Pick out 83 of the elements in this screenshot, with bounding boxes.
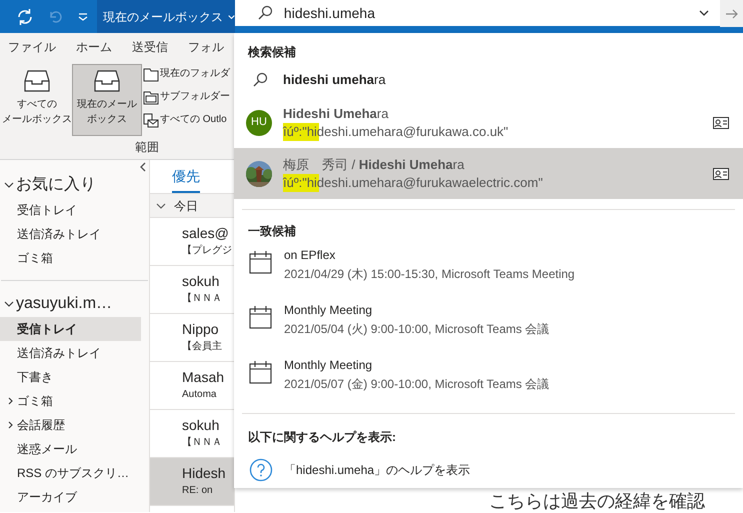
event-details: 2021/05/04 (火) 9:00-10:00, Microsoft Teams 会議 [284,321,550,338]
ribbon-tab[interactable]: 送受信 [132,40,168,52]
folder-item[interactable]: 送信済みトレイ [0,341,141,365]
avatar: HU [246,110,272,136]
calendar-icon [249,250,273,274]
suggestion-item[interactable]: hideshi umehara [234,63,743,97]
scope-button[interactable]: すべての メールボックス [2,64,72,136]
contact-card-icon[interactable] [713,116,729,128]
contact-name: 梅原 秀司 / Hideshi Umehara [283,156,466,174]
section-heading: 以下に関するヘルプを表示: [247,429,397,446]
folder-item[interactable]: アーカイブ [0,485,141,509]
event-title: Monthly Meeting [284,357,374,374]
message-preview: 【プレグジ [182,244,232,258]
reading-pane-text: こちらは過去の経緯を確認 [489,490,705,512]
chevron-down-icon [156,202,166,210]
search-field[interactable]: hideshi.umeha [234,0,720,27]
message-row[interactable]: Hidesh RE: on [150,458,234,506]
folder-item[interactable]: 会話履歴 [0,413,141,437]
event-suggestion[interactable]: Monthly Meeting 2021/05/07 (金) 9:00-10:00, Microsoft Teams 会議 [234,356,743,411]
scope-dropdown[interactable]: 現在のメールボックス [96,0,235,33]
chevron-down-icon [228,12,235,20]
scope-option-button[interactable]: サブフォルダー [143,87,230,106]
group-header[interactable]: 今日 [150,193,234,218]
message-sender: Hidesh [182,464,226,483]
calendar-icon [249,360,273,384]
event-details: 2021/04/29 (木) 15:00-15:30, Microsoft Teams Meeting [284,266,575,283]
message-preview: Automa [182,388,216,402]
message-sender: sales@ [182,224,229,243]
inbox-icon [22,69,52,93]
message-preview: 【会員主 [182,340,222,354]
help-icon [249,458,273,482]
message-preview: RE: on [182,484,213,498]
message-sender: Masah [182,368,224,387]
ribbon-tab[interactable]: ファイル [8,40,56,52]
chevron-down-icon [4,181,14,189]
scope-button-label: ボックス [87,113,127,127]
folder-item[interactable]: ゴミ箱 [0,389,141,413]
folder-item[interactable]: ゴミ箱 [0,246,141,270]
customize-toolbar-icon[interactable] [76,10,89,22]
contact-card-icon[interactable] [713,168,729,180]
ribbon-group-label: 範囲 [135,140,159,154]
folder-item[interactable]: 受信トレイ [0,317,141,341]
scope-option-button[interactable]: 現在のフォルダ [143,64,230,83]
message-preview: 【ＮＮＡ [182,436,222,450]
event-suggestion[interactable]: on EPflex 2021/04/29 (木) 15:00-15:30, Microsoft Teams Meeting [234,246,743,301]
arrow-right-icon [724,8,739,20]
event-suggestion[interactable]: Monthly Meeting 2021/05/04 (火) 9:00-10:00, Microsoft Teams 会議 [234,301,743,356]
message-sender: sokuh [182,416,220,435]
search-icon [252,72,268,88]
folder-section-header[interactable]: yasuyuki.m… [0,291,112,317]
section-heading: 一致候補 [247,223,297,240]
search-icon [256,5,273,21]
scope-button-label: 現在のメール [77,98,137,112]
event-title: Monthly Meeting [284,302,374,319]
event-title: on EPflex [284,247,336,264]
message-sender: Nippo [182,320,219,339]
folder-item[interactable]: 受信トレイ [0,198,141,222]
folder-icon [143,88,159,104]
folder-item[interactable]: 送信済みトレイ [0,222,141,246]
ribbon-tab[interactable]: フォル [188,40,224,52]
mail-folder-icon [143,112,159,128]
folder-item[interactable]: 迷惑メール [0,437,141,461]
chevron-down-icon [4,300,14,308]
folder-item[interactable]: RSS のサブスクリ… [0,461,141,485]
folder-item[interactable]: 下書き [0,365,141,389]
folder-section-header[interactable]: お気に入り [0,172,96,198]
ribbon-tab[interactable]: ホーム [76,40,112,52]
scope-button-label: すべての [17,98,57,112]
collapse-pane-icon[interactable] [139,162,147,172]
help-suggestion[interactable]: 「hideshi.umeha」のヘルプを表示 [234,448,743,492]
event-details: 2021/05/07 (金) 9:00-10:00, Microsoft Teams 会議 [284,376,550,393]
scope-button-label: メールボックス [2,113,72,127]
message-sender: sokuh [182,272,220,291]
message-preview: 【ＮＮＡ [182,292,222,306]
search-go-button[interactable] [720,0,743,27]
folder-icon [143,66,159,82]
inbox-icon [92,69,122,93]
calendar-icon [249,305,273,329]
section-heading: 検索候補 [246,44,297,61]
contact-name: Hideshi Umehara [283,104,390,122]
chevron-down-icon[interactable] [698,8,710,18]
scope-button[interactable]: 現在のメール ボックス [72,64,142,136]
scope-option-button[interactable]: すべての Outlo [143,110,230,129]
